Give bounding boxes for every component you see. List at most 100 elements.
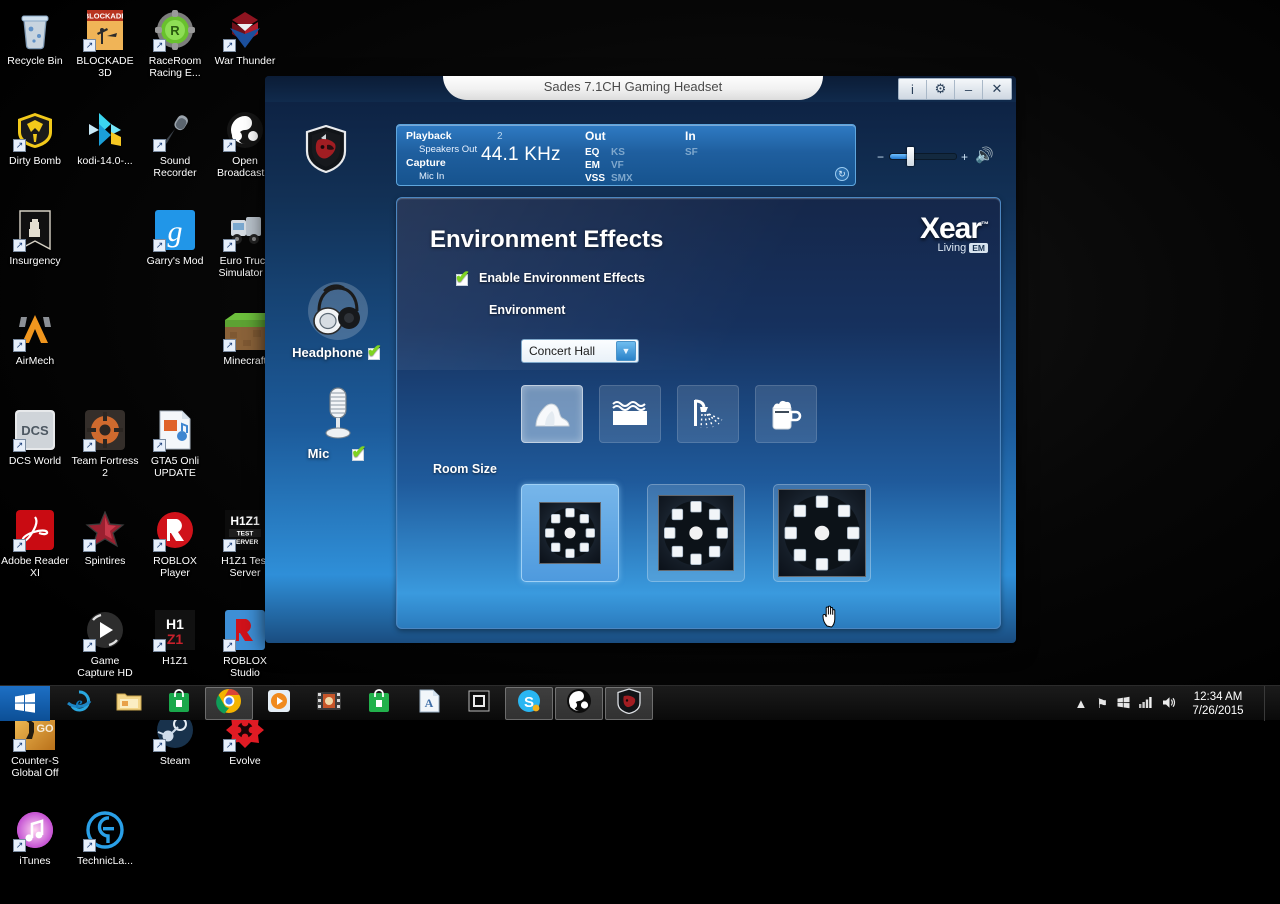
volume-increase-button[interactable]: + (961, 150, 968, 164)
window-titlebar[interactable]: Sades 7.1CH Gaming Headset i⚙–✕ (265, 76, 1016, 102)
settings-gear-button[interactable]: ⚙ (927, 80, 955, 99)
spintires-icon: ↗ (83, 508, 127, 552)
room-size-options (521, 484, 871, 582)
preset-beer-mug[interactable] (755, 385, 817, 443)
shortcut-arrow-icon: ↗ (223, 739, 236, 752)
room-size-medium[interactable] (647, 484, 745, 582)
environment-dropdown[interactable]: Concert Hall ▼ (521, 339, 639, 363)
desktop-icon-adobe-reader[interactable]: ↗Adobe Reader XI (0, 504, 70, 604)
window-control-buttons: i⚙–✕ (898, 78, 1012, 100)
volume-slider-track[interactable] (889, 153, 957, 160)
svg-text:TEST: TEST (237, 531, 254, 538)
headphone-enabled-check-icon[interactable]: ✔ (367, 344, 383, 360)
desktop-icon-team-fortress[interactable]: ↗Team Fortress 2 (70, 404, 140, 504)
airmech-icon: ↗ (13, 308, 57, 352)
gta5-icon: ↗ (153, 408, 197, 452)
volume-speaker-icon[interactable] (1162, 696, 1176, 712)
desktop-icon-recycle-bin[interactable]: Recycle Bin (0, 4, 70, 104)
room-size-small[interactable] (521, 484, 619, 582)
folder-icon (116, 690, 142, 717)
taskbar-document[interactable]: A (405, 687, 453, 720)
taskbar-internet-explorer[interactable]: e (55, 687, 103, 720)
desktop-icon-insurgency[interactable]: ↗Insurgency (0, 204, 70, 304)
enable-environment-effects-checkbox[interactable]: ✔ (455, 270, 471, 286)
taskbar-capture[interactable] (455, 687, 503, 720)
shortcut-arrow-icon: ↗ (223, 639, 236, 652)
taskbar-file-explorer[interactable] (105, 687, 153, 720)
action-center-flag-icon[interactable]: ⚑ (1096, 696, 1108, 712)
desktop-icon-kodi[interactable]: kodi-14.0-... (70, 104, 140, 204)
recycle-bin-icon (13, 8, 57, 52)
shortcut-arrow-icon: ↗ (153, 739, 166, 752)
taskbar-sades[interactable] (605, 687, 653, 720)
device-headphone[interactable]: Headphone ✔ (285, 281, 390, 360)
adobe-reader-icon: ↗ (13, 508, 57, 552)
desktop-icon-empty (70, 304, 140, 404)
show-desktop-button[interactable] (1264, 686, 1272, 721)
desktop-icon-technic-launcher[interactable]: ↗TechnicLa... (70, 804, 140, 904)
out-flag-ks[interactable]: KS (611, 147, 625, 158)
desktop-icon-itunes[interactable]: ↗ iTunes (0, 804, 70, 904)
taskbar-media-player[interactable] (255, 687, 303, 720)
start-button[interactable] (0, 686, 50, 721)
room-size-large[interactable] (773, 484, 871, 582)
in-flag-sf[interactable]: SF (685, 147, 698, 158)
out-flag-vf[interactable]: VF (611, 160, 624, 171)
desktop-icon-dcs-world[interactable]: DCS↗DCS World (0, 404, 70, 504)
windows-tray-icon[interactable] (1117, 696, 1130, 712)
show-hidden-icons-button[interactable]: ▲ (1074, 696, 1087, 711)
desktop-icon-sound-recorder[interactable]: ↗Sound Recorder (140, 104, 210, 204)
chrome-icon (216, 688, 242, 719)
refresh-icon[interactable]: ↻ (835, 167, 849, 181)
enable-environment-effects-row[interactable]: ✔ Enable Environment Effects (455, 270, 645, 286)
preset-water[interactable] (599, 385, 661, 443)
taskbar-store[interactable] (155, 687, 203, 720)
taskbar-chrome[interactable] (205, 687, 253, 720)
taskbar-store-green[interactable] (355, 687, 403, 720)
info-button[interactable]: i (899, 80, 927, 99)
minimize-button[interactable]: – (955, 80, 983, 99)
svg-text:GO: GO (36, 723, 54, 735)
desktop-icon-roblox-player[interactable]: ↗ROBLOX Player (140, 504, 210, 604)
desktop-icon-label: iTunes (1, 856, 69, 868)
desktop-icon-dirty-bomb[interactable]: ↗Dirty Bomb (0, 104, 70, 204)
speaker-layout-icon (539, 502, 601, 564)
shortcut-arrow-icon: ↗ (153, 39, 166, 52)
preset-shower[interactable] (677, 385, 739, 443)
chevron-down-icon[interactable]: ▼ (616, 341, 636, 361)
volume-slider-handle[interactable] (907, 147, 914, 166)
network-signal-icon[interactable] (1139, 696, 1153, 711)
desktop-icon-raceroom[interactable]: R↗RaceRoom Racing E... (140, 4, 210, 104)
kodi-icon (83, 108, 127, 152)
desktop-icon-label: ROBLOX Player (141, 556, 209, 579)
taskbar-skype[interactable]: S (505, 687, 553, 720)
desktop-icon-label: Sound Recorder (141, 156, 209, 179)
speaker-icon[interactable]: 🔊 (975, 146, 994, 164)
close-button[interactable]: ✕ (983, 80, 1011, 99)
taskbar-obs[interactable] (555, 687, 603, 720)
desktop-icon-blockade3d[interactable]: BLOCKADE↗BLOCKADE 3D (70, 4, 140, 104)
desktop-icon-spintires[interactable]: ↗Spintires (70, 504, 140, 604)
desktop-icon-label: TechnicLa... (71, 856, 139, 868)
desktop-icon-label: Game Capture HD (71, 656, 139, 679)
mic-enabled-check-icon[interactable]: ✔ (351, 445, 367, 461)
taskbar-video-editor[interactable] (305, 687, 353, 720)
device-mic[interactable]: Mic ✔ (285, 384, 390, 461)
out-flag-eq[interactable]: EQ (585, 147, 599, 158)
out-flag-smx[interactable]: SMX (611, 173, 633, 184)
svg-text:R: R (170, 23, 180, 38)
desktop-icon-airmech[interactable]: ↗AirMech (0, 304, 70, 404)
sample-rate: 44.1 KHz (481, 144, 561, 166)
shortcut-arrow-icon: ↗ (83, 639, 96, 652)
dcs-world-icon: DCS↗ (13, 408, 57, 452)
speaker-layout-icon (778, 489, 866, 577)
out-flag-vss[interactable]: VSS (585, 173, 605, 184)
out-flag-em[interactable]: EM (585, 160, 600, 171)
device-selector-rail: Headphone ✔ Mic ✔ (285, 281, 390, 461)
desktop-icon-garrys-mod[interactable]: g↗Garry's Mod (140, 204, 210, 304)
shortcut-arrow-icon: ↗ (13, 839, 26, 852)
desktop-icon-gta5[interactable]: ↗GTA5 Onli UPDATE (140, 404, 210, 504)
clock[interactable]: 12:34 AM 7/26/2015 (1185, 690, 1251, 718)
preset-stone[interactable] (521, 385, 583, 443)
volume-decrease-button[interactable]: − (877, 150, 884, 164)
